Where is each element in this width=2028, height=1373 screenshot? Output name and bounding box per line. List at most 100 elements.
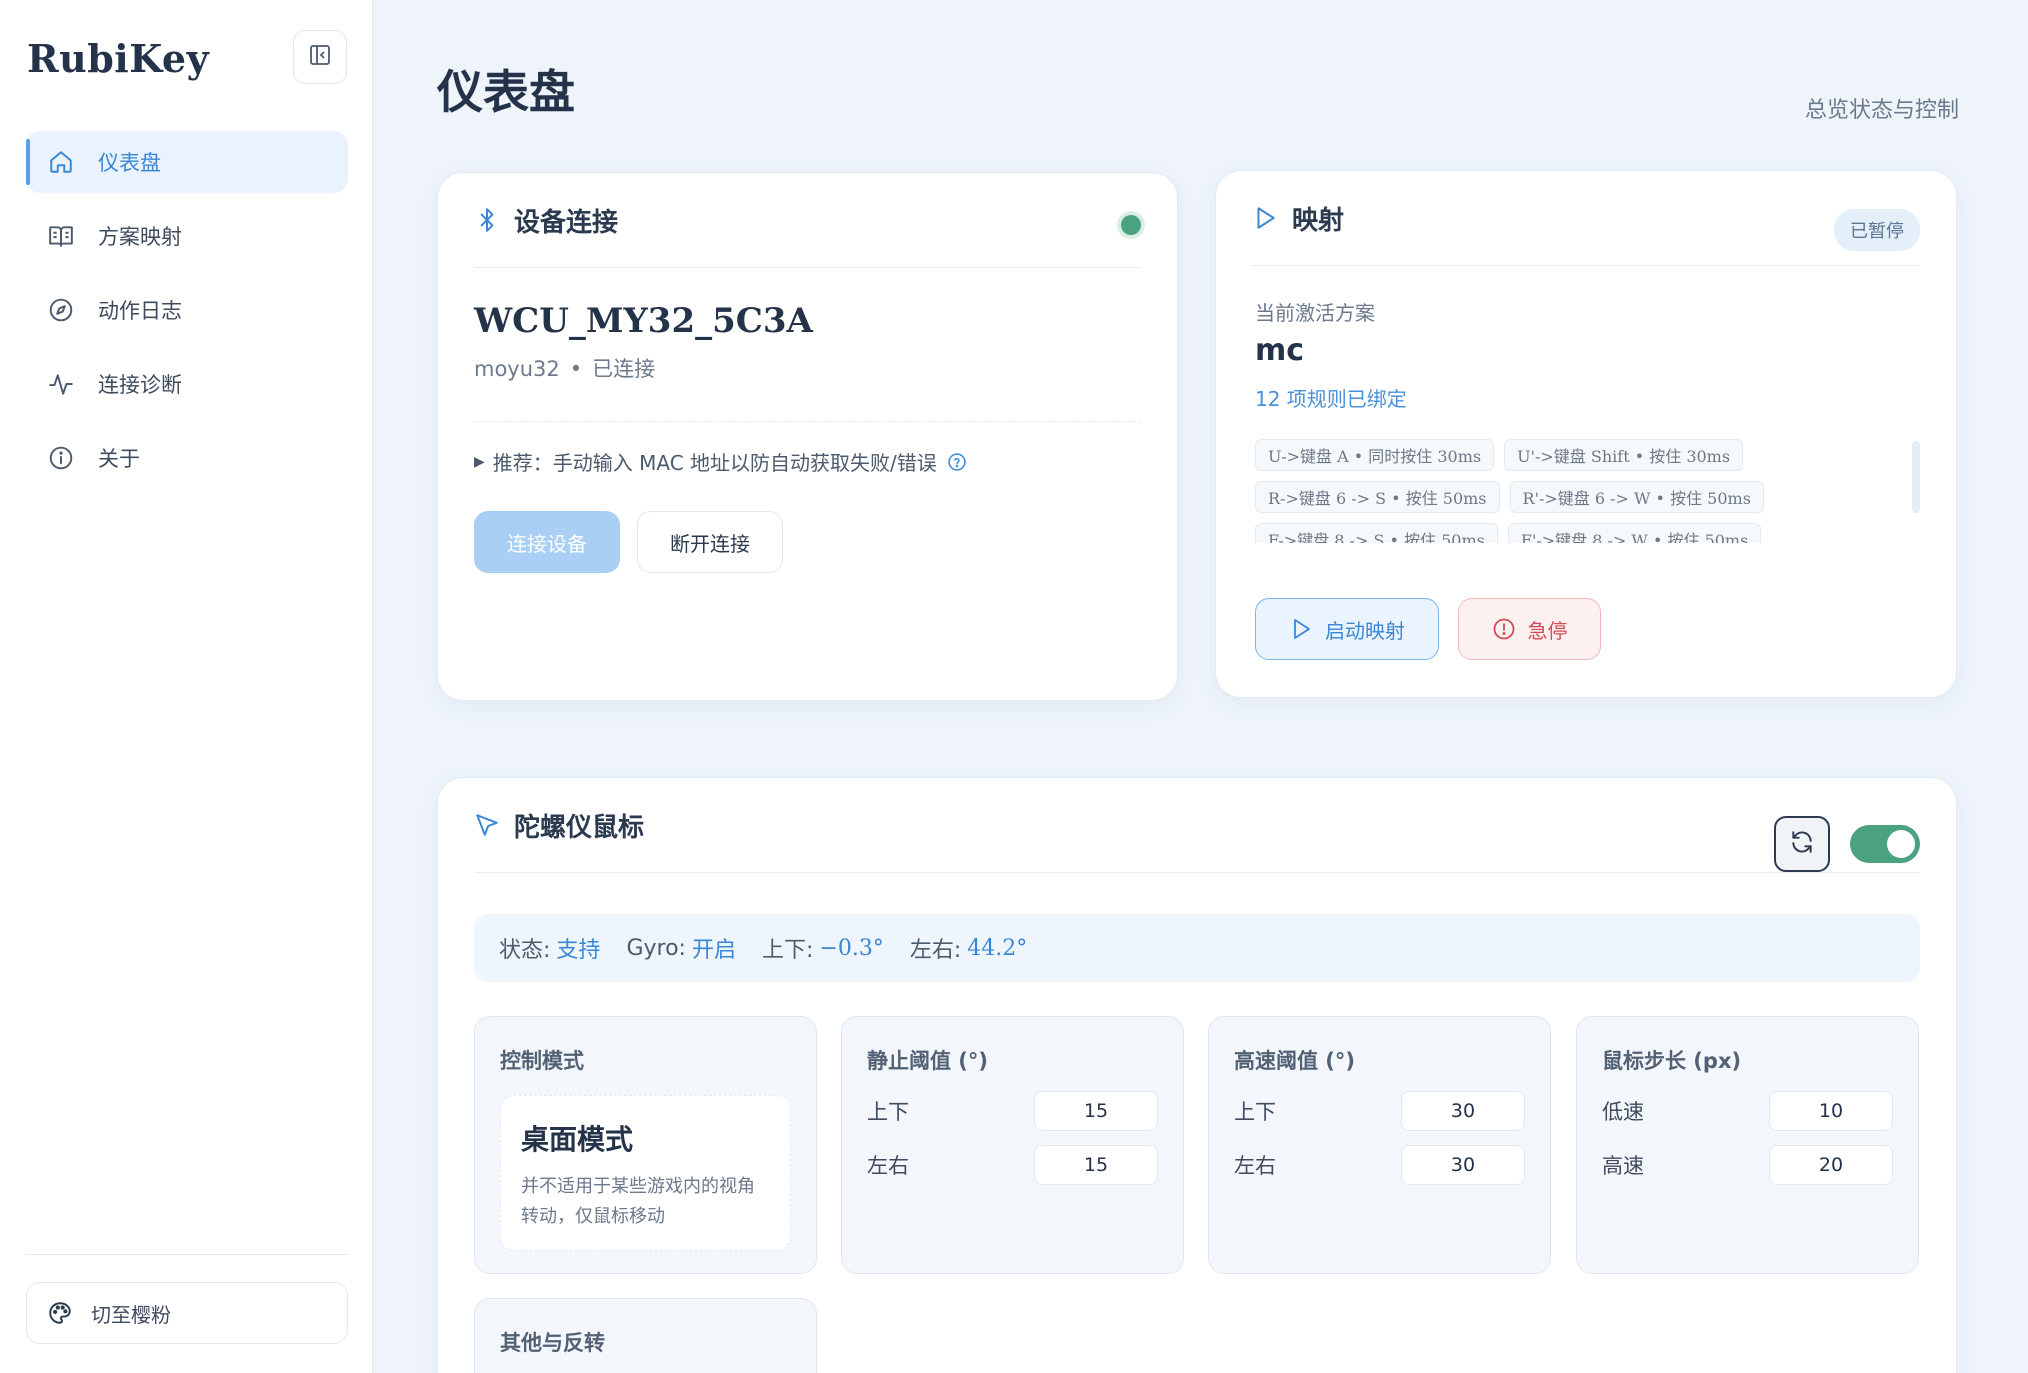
bluetooth-icon [474, 206, 500, 234]
yaw-value: 44.2° [967, 935, 1028, 961]
info-icon [48, 444, 76, 472]
threshold-row: 左右 [1234, 1145, 1525, 1185]
active-scheme-label: 当前激活方案 [1255, 301, 1375, 325]
panel-title: 其他与反转 [500, 1331, 605, 1355]
emergency-stop-label: 急停 [1527, 618, 1568, 643]
play-icon [1252, 204, 1278, 232]
panel-title: 控制模式 [500, 1049, 584, 1073]
help-icon[interactable] [947, 452, 967, 472]
connection-status-dot [1121, 215, 1141, 235]
device-status: 已连接 [592, 357, 656, 381]
card-header: 映射 已暂停 [1252, 171, 1920, 266]
status-value: 支持 [556, 938, 601, 963]
pitch-value: −0.3° [819, 935, 884, 961]
row-label: 上下 [1234, 1100, 1276, 1124]
low-speed-step-input[interactable] [1769, 1091, 1893, 1131]
panel-title: 鼠标步长 (px) [1602, 1049, 1742, 1073]
status-label: 状态: [499, 938, 551, 963]
gyro-enable-toggle[interactable] [1850, 825, 1920, 863]
cursor-arrow-icon [474, 811, 500, 839]
card-title: 设备连接 [514, 207, 619, 238]
fast-yaw-input[interactable] [1401, 1145, 1525, 1185]
rule-chip: R->键盘 6 -> S • 按住 50ms [1255, 481, 1500, 513]
theme-switch-label: 切至樱粉 [91, 1302, 171, 1327]
refresh-button[interactable] [1774, 816, 1830, 872]
control-mode-option[interactable]: 桌面模式 并不适用于某些游戏内的视角转动，仅鼠标移动 [500, 1095, 791, 1251]
start-mapping-button[interactable]: 启动映射 [1255, 598, 1439, 660]
alert-circle-icon [1492, 617, 1516, 641]
threshold-row: 左右 [867, 1145, 1158, 1185]
home-icon [48, 148, 76, 176]
still-pitch-input[interactable] [1034, 1091, 1158, 1131]
threshold-row: 上下 [867, 1091, 1158, 1131]
still-yaw-input[interactable] [1034, 1145, 1158, 1185]
gyro-toolbar [1774, 816, 1920, 872]
start-mapping-label: 启动映射 [1325, 618, 1405, 643]
row-label: 低速 [1602, 1100, 1644, 1124]
threshold-row: 上下 [1234, 1091, 1525, 1131]
panel-title: 静止阈值 (°) [867, 1049, 989, 1073]
connect-device-button[interactable]: 连接设备 [474, 511, 620, 573]
gyro-label: Gyro: [626, 935, 686, 961]
row-label: 左右 [1234, 1154, 1276, 1178]
fast-threshold-panel: 高速阈值 (°) 上下 左右 [1208, 1016, 1551, 1274]
rule-chip-list[interactable]: U->键盘 A • 同时按住 30ms U'->键盘 Shift • 按住 30… [1255, 439, 1855, 543]
yaw-label: 左右: [909, 938, 962, 963]
mode-description: 并不适用于某些游戏内的视角转动，仅鼠标移动 [521, 1176, 755, 1227]
sidebar-divider [26, 1254, 348, 1255]
meta-separator: • [569, 357, 583, 381]
mouse-step-panel: 鼠标步长 (px) 低速 高速 [1576, 1016, 1919, 1274]
mac-hint-toggle[interactable]: ▶ 推荐：手动输入 MAC 地址以防自动获取失败/错误 [474, 447, 967, 476]
row-label: 左右 [867, 1154, 909, 1178]
refresh-icon [1789, 829, 1815, 859]
card-header: 陀螺仪鼠标 [474, 778, 1920, 873]
sidebar: RubiKey 仪表盘 方案映射 动作日志 连接诊断 关于 切至樱粉 [0, 0, 373, 1373]
emergency-stop-button[interactable]: 急停 [1458, 598, 1601, 660]
page-title: 仪表盘 [437, 65, 575, 119]
sidebar-item-mapping[interactable]: 方案映射 [26, 205, 348, 267]
activity-icon [48, 370, 76, 398]
rule-chip: F->键盘 8 -> S • 按住 50ms [1255, 523, 1498, 543]
sidebar-item-about[interactable]: 关于 [26, 427, 348, 489]
sidebar-item-diagnostics[interactable]: 连接诊断 [26, 353, 348, 415]
theme-switch-button[interactable]: 切至樱粉 [26, 1282, 348, 1344]
sidebar-nav: 仪表盘 方案映射 动作日志 连接诊断 关于 [26, 131, 348, 501]
rule-chip: F'->键盘 8 -> W • 按住 50ms [1507, 523, 1762, 543]
card-header: 设备连接 [474, 173, 1141, 268]
sidebar-item-dashboard[interactable]: 仪表盘 [26, 131, 348, 193]
fast-pitch-input[interactable] [1401, 1091, 1525, 1131]
sidebar-item-action-log[interactable]: 动作日志 [26, 279, 348, 341]
active-scheme-name: mc [1255, 333, 1305, 368]
card-title: 映射 [1292, 205, 1345, 236]
sidebar-collapse-icon [308, 43, 332, 71]
caret-right-icon: ▶ [474, 453, 485, 470]
other-settings-panel: 其他与反转 [474, 1298, 817, 1373]
disconnect-button[interactable]: 断开连接 [637, 511, 783, 573]
sidebar-item-label: 连接诊断 [98, 373, 182, 397]
app-logo: RubiKey [27, 36, 210, 81]
device-connection-card: 设备连接 WCU_MY32_5C3A moyu32 • 已连接 ▶ 推荐：手动输入 … [437, 172, 1178, 701]
mode-title: 桌面模式 [521, 1123, 634, 1156]
palette-icon [47, 1300, 73, 1326]
page-subtitle: 总览状态与控制 [1804, 98, 1959, 123]
rule-chip: U'->键盘 Shift • 按住 30ms [1504, 439, 1744, 471]
still-threshold-panel: 静止阈值 (°) 上下 左右 [841, 1016, 1184, 1274]
collapse-sidebar-button[interactable] [293, 30, 347, 84]
pitch-label: 上下: [761, 938, 814, 963]
control-mode-panel: 控制模式 桌面模式 并不适用于某些游戏内的视角转动，仅鼠标移动 [474, 1016, 817, 1274]
sidebar-item-label: 仪表盘 [98, 151, 161, 175]
gyro-mouse-card: 陀螺仪鼠标 状态: 支持 Gyro: 开启 上下: −0.3° 左右: 44.2… [437, 777, 1957, 1373]
rule-list-scrollbar[interactable] [1912, 441, 1920, 513]
device-model: moyu32 [474, 357, 560, 381]
row-label: 高速 [1602, 1154, 1644, 1178]
card-title: 陀螺仪鼠标 [514, 812, 645, 843]
mac-hint-text: 推荐：手动输入 MAC 地址以防自动获取失败/错误 [492, 451, 937, 475]
device-name: WCU_MY32_5C3A [474, 301, 813, 341]
status-badge: 已暂停 [1834, 209, 1920, 251]
step-row: 低速 [1602, 1091, 1893, 1131]
row-label: 上下 [867, 1100, 909, 1124]
sidebar-item-label: 关于 [98, 447, 140, 471]
panel-title: 高速阈值 (°) [1234, 1049, 1356, 1073]
high-speed-step-input[interactable] [1769, 1145, 1893, 1185]
device-meta: moyu32 • 已连接 [474, 353, 655, 383]
